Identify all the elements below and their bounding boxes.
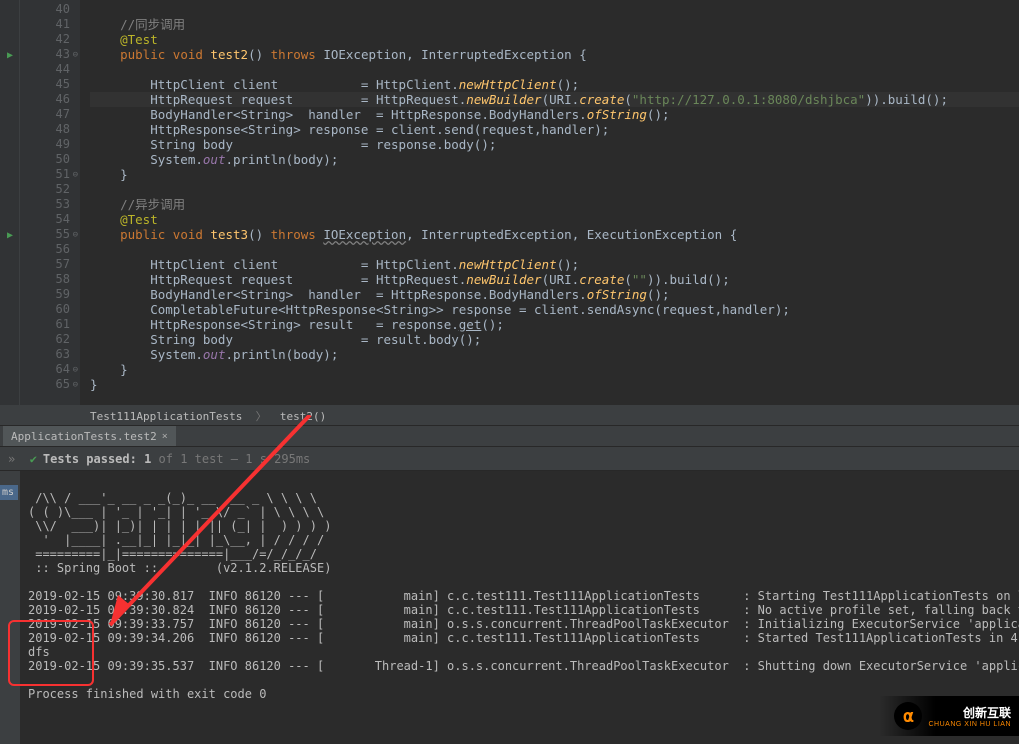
code-line[interactable]: HttpRequest request = HttpRequest.newBui… — [90, 272, 1019, 287]
console-output[interactable]: /\\ / ___'_ __ _ _(_)_ __ __ _ \ \ \ \ (… — [20, 471, 1019, 744]
code-line[interactable] — [90, 182, 1019, 197]
line-number: 54 — [20, 212, 70, 227]
fold-icon[interactable]: ⊖ — [73, 228, 78, 243]
fold-icon[interactable]: ⊖ — [73, 378, 78, 393]
line-number: 40 — [20, 2, 70, 17]
line-number: 48 — [20, 122, 70, 137]
line-number: 58 — [20, 272, 70, 287]
run-tab-label: ApplicationTests.test2 — [11, 430, 157, 443]
code-line[interactable]: public void test2() throws IOException, … — [90, 47, 1019, 62]
console-toolbar — [0, 471, 20, 744]
ms-side-tab[interactable]: ms — [0, 485, 18, 500]
code-line[interactable]: public void test3() throws IOException, … — [90, 227, 1019, 242]
line-number: 64⊖ — [20, 362, 70, 377]
close-icon[interactable]: × — [162, 431, 168, 442]
line-number: 46 — [20, 92, 70, 107]
console-wrapper: /\\ / ___'_ __ _ _(_)_ __ __ _ \ \ \ \ (… — [0, 471, 1019, 744]
run-arrow-icon[interactable]: ▶ — [7, 228, 13, 243]
tests-passed-count: 1 — [144, 452, 151, 466]
code-line[interactable]: String body = result.body(); — [90, 332, 1019, 347]
watermark-logo-icon: α — [894, 702, 922, 730]
code-line[interactable] — [90, 242, 1019, 257]
code-line[interactable]: System.out.println(body); — [90, 152, 1019, 167]
line-number: 51⊖ — [20, 167, 70, 182]
code-line[interactable]: } — [90, 362, 1019, 377]
tool-window-tabs: ApplicationTests.test2 × — [0, 425, 1019, 447]
code-line[interactable]: @Test — [90, 212, 1019, 227]
line-number-gutter: 404142▶43⊖4445464748495051⊖525354▶55⊖565… — [20, 0, 80, 405]
expand-icon[interactable]: » — [8, 452, 15, 466]
line-number: ▶43⊖ — [20, 47, 70, 62]
line-number: 59 — [20, 287, 70, 302]
code-line[interactable]: CompletableFuture<HttpResponse<String>> … — [90, 302, 1019, 317]
line-number: 47 — [20, 107, 70, 122]
line-number: 53 — [20, 197, 70, 212]
code-line[interactable]: HttpResponse<String> response = client.s… — [90, 122, 1019, 137]
line-number: 62 — [20, 332, 70, 347]
code-line[interactable]: HttpClient client = HttpClient.newHttpCl… — [90, 257, 1019, 272]
line-number: 63 — [20, 347, 70, 362]
code-line[interactable]: BodyHandler<String> handler = HttpRespon… — [90, 107, 1019, 122]
fold-icon[interactable]: ⊖ — [73, 48, 78, 63]
line-number: 52 — [20, 182, 70, 197]
code-line[interactable]: BodyHandler<String> handler = HttpRespon… — [90, 287, 1019, 302]
line-number: 57 — [20, 257, 70, 272]
code-line[interactable]: HttpResponse<String> result = response.g… — [90, 317, 1019, 332]
watermark-en: CHUANG XIN HU LIAN — [928, 721, 1011, 728]
line-number: 44 — [20, 62, 70, 77]
breadcrumb-class[interactable]: Test111ApplicationTests — [90, 410, 242, 423]
test-status-bar: » ✔ Tests passed: 1 of 1 test – 1 s 295 … — [0, 447, 1019, 471]
code-line[interactable]: } — [90, 167, 1019, 182]
watermark-cn: 创新互联 — [928, 704, 1011, 721]
code-line[interactable]: HttpRequest request = HttpRequest.newBui… — [90, 92, 1019, 107]
run-arrow-icon[interactable]: ▶ — [7, 48, 13, 63]
line-number: 49 — [20, 137, 70, 152]
editor-area: 404142▶43⊖4445464748495051⊖525354▶55⊖565… — [0, 0, 1019, 405]
code-line[interactable]: String body = response.body(); — [90, 137, 1019, 152]
breadcrumb[interactable]: Test111ApplicationTests 〉 test2() — [0, 405, 1019, 425]
line-number: 45 — [20, 77, 70, 92]
code-line[interactable]: //异步调用 — [90, 197, 1019, 212]
line-number: 60 — [20, 302, 70, 317]
code-line[interactable]: HttpClient client = HttpClient.newHttpCl… — [90, 77, 1019, 92]
watermark: α 创新互联 CHUANG XIN HU LIAN — [879, 696, 1019, 736]
code-editor[interactable]: //同步调用 @Test public void test2() throws … — [80, 0, 1019, 405]
code-line[interactable]: } — [90, 377, 1019, 392]
run-tab[interactable]: ApplicationTests.test2 × — [3, 426, 176, 446]
code-line[interactable]: @Test — [90, 32, 1019, 47]
code-line[interactable]: //同步调用 — [90, 17, 1019, 32]
code-line[interactable]: System.out.println(body); — [90, 347, 1019, 362]
tests-passed-label: Tests passed: — [43, 452, 137, 466]
check-icon: ✔ — [30, 452, 37, 466]
line-number: 42 — [20, 32, 70, 47]
line-number: 41 — [20, 17, 70, 32]
line-number: 65⊖ — [20, 377, 70, 392]
breadcrumb-method[interactable]: test2() — [280, 410, 326, 423]
code-line[interactable] — [90, 62, 1019, 77]
line-number: 61 — [20, 317, 70, 332]
fold-icon[interactable]: ⊖ — [73, 168, 78, 183]
code-line[interactable] — [90, 2, 1019, 17]
line-number: 56 — [20, 242, 70, 257]
tests-of-text: of 1 test – 1 s 295 — [159, 452, 296, 466]
line-number: 50 — [20, 152, 70, 167]
line-number: ▶55⊖ — [20, 227, 70, 242]
fold-icon[interactable]: ⊖ — [73, 363, 78, 378]
